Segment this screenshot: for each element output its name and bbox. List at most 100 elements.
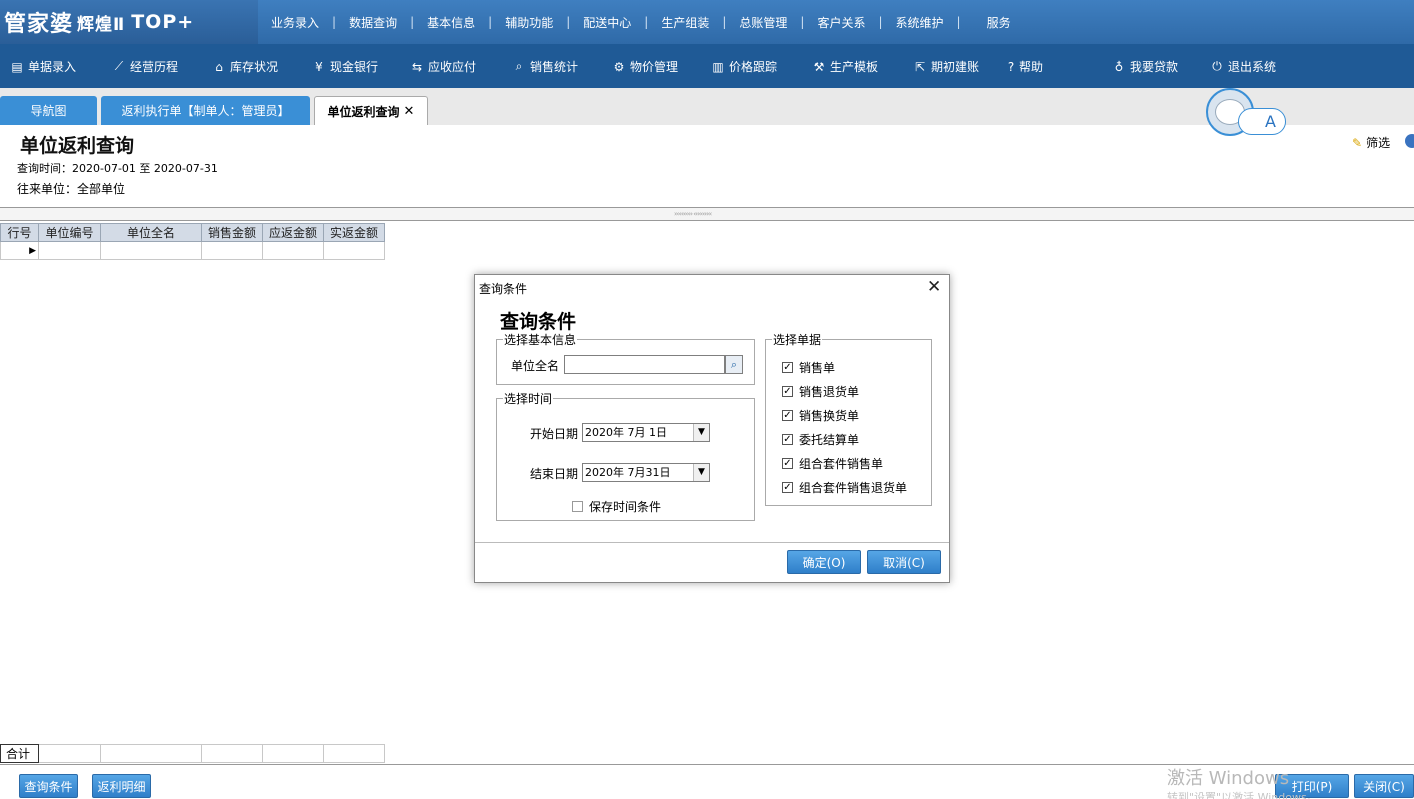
grid-cell[interactable] bbox=[201, 241, 263, 260]
grid-cell[interactable] bbox=[323, 241, 385, 260]
start-date-picker[interactable]: 2020年 7月 1日 ▼ bbox=[582, 423, 710, 442]
checkbox-bundle-sales[interactable]: ✓ 组合套件销售单 bbox=[782, 455, 883, 472]
toolbar-label: 价格跟踪 bbox=[729, 60, 778, 74]
cancel-button[interactable]: 取消(C) bbox=[867, 550, 941, 574]
query-conditions-button[interactable]: 查询条件 bbox=[19, 774, 78, 798]
col-actual-rebate[interactable]: 实返金额 bbox=[323, 223, 385, 242]
toolbar-inventory[interactable]: ⌂ 库存状况 bbox=[212, 58, 278, 75]
close-icon[interactable]: ✕ bbox=[404, 104, 415, 119]
basic-info-group: 选择基本信息 单位全名 ⌕ bbox=[496, 331, 755, 385]
end-date-label: 结束日期 bbox=[530, 467, 579, 481]
col-sales-amount[interactable]: 销售金额 bbox=[201, 223, 263, 242]
yen-icon: ¥ bbox=[315, 59, 323, 74]
dialog-titlebar[interactable]: 查询条件 ✕ bbox=[475, 275, 949, 299]
tab-unit-rebate-query[interactable]: 单位返利查询 ✕ bbox=[314, 96, 428, 125]
toolbar-receivable-payable[interactable]: ⇆ 应收应付 bbox=[410, 58, 476, 75]
top-menu-item-data-query[interactable]: 数据查询 bbox=[336, 14, 410, 31]
help-icon[interactable] bbox=[1405, 134, 1414, 148]
toolbar-label: 经营历程 bbox=[130, 60, 179, 74]
save-time-checkbox[interactable]: 保存时间条件 bbox=[572, 498, 661, 515]
ok-button[interactable]: 确定(O) bbox=[787, 550, 861, 574]
start-date-value: 2020年 7月 1日 bbox=[585, 426, 667, 439]
checkmark-icon: ✓ bbox=[782, 410, 793, 421]
top-menu-item-distribution[interactable]: 配送中心 bbox=[570, 14, 644, 31]
checkmark-icon: ✓ bbox=[782, 458, 793, 469]
total-cell bbox=[262, 744, 324, 763]
grid-cell[interactable] bbox=[38, 241, 101, 260]
checkbox-consignment-settlement[interactable]: ✓ 委托结算单 bbox=[782, 431, 859, 448]
total-cell bbox=[100, 744, 202, 763]
unit-fullname-input[interactable] bbox=[564, 355, 725, 374]
checkbox-label: 销售换货单 bbox=[799, 409, 860, 423]
document-icon: ▤ bbox=[11, 59, 23, 74]
col-unit-fullname[interactable]: 单位全名 bbox=[100, 223, 202, 242]
total-cell bbox=[323, 744, 385, 763]
checkbox-label: 销售退货单 bbox=[799, 385, 860, 399]
col-row-number[interactable]: 行号 bbox=[0, 223, 39, 242]
grid-cell[interactable] bbox=[100, 241, 202, 260]
toolbar-exit[interactable]: ⏻ 退出系统 bbox=[1210, 58, 1276, 75]
top-menu-item-ledger[interactable]: 总账管理 bbox=[726, 14, 800, 31]
toolbar-label: 应收应付 bbox=[428, 60, 477, 74]
checkbox-sales-return[interactable]: ✓ 销售退货单 bbox=[782, 383, 859, 400]
unit-fullname-label: 单位全名 bbox=[511, 359, 560, 373]
toolbar-business-history[interactable]: ⟋ 经营历程 bbox=[112, 58, 178, 75]
top-menu-item-system[interactable]: 系统维护 bbox=[883, 14, 957, 31]
top-menu-item-service[interactable]: 服务 bbox=[961, 14, 1024, 31]
tab-rebate-execution[interactable]: 返利执行单【制单人：管理员】 bbox=[101, 96, 310, 125]
toolbar-label: 现金银行 bbox=[330, 60, 379, 74]
checkbox-label: 委托结算单 bbox=[799, 433, 860, 447]
dialog-heading: 查询条件 bbox=[500, 311, 577, 333]
toolbar-loan[interactable]: ♁ 我要贷款 bbox=[1112, 58, 1178, 75]
dialog-title: 查询条件 bbox=[479, 282, 528, 296]
table-row[interactable]: ▶ bbox=[0, 241, 385, 260]
toolbar-production-template[interactable]: ⚒ 生产模板 bbox=[812, 58, 878, 75]
logo-top: TOP+ bbox=[131, 11, 195, 33]
top-menu-item-basic-info[interactable]: 基本信息 bbox=[414, 14, 488, 31]
chevron-down-icon[interactable]: ▼ bbox=[693, 464, 709, 481]
power-icon: ⏻ bbox=[1212, 59, 1222, 73]
unit-value: 全部单位 bbox=[77, 182, 126, 196]
main-toolbar: ▤ 单据录入 ⟋ 经营历程 ⌂ 库存状况 ¥ 现金银行 ⇆ 应收应付 ⌕ 销售统计 ⚙ 物价管… bbox=[0, 44, 1414, 88]
toolbar-opening-accounts[interactable]: ⇱ 期初建账 bbox=[913, 58, 979, 75]
tab-navigation[interactable]: 导航图 bbox=[0, 96, 97, 125]
col-due-rebate[interactable]: 应返金额 bbox=[262, 223, 324, 242]
avatar-letter[interactable]: A bbox=[1238, 108, 1286, 135]
top-menu-item-production[interactable]: 生产组装 bbox=[648, 14, 722, 31]
logo-main: 管家婆 bbox=[4, 12, 74, 37]
close-button[interactable]: 关闭(C) bbox=[1354, 774, 1414, 798]
rebate-detail-button[interactable]: 返利明细 bbox=[92, 774, 151, 798]
tab-label: 单位返利查询 bbox=[327, 104, 400, 119]
top-menu-item-auxiliary[interactable]: 辅助功能 bbox=[492, 14, 566, 31]
toolbar-help[interactable]: ? 帮助 bbox=[1007, 58, 1043, 75]
checkmark-icon: ✓ bbox=[782, 482, 793, 493]
toolbar-label: 我要贷款 bbox=[1130, 60, 1179, 74]
toolbar-price-management[interactable]: ⚙ 物价管理 bbox=[612, 58, 678, 75]
group-title: 选择时间 bbox=[503, 390, 554, 407]
toolbar-cash-bank[interactable]: ¥ 现金银行 bbox=[312, 58, 378, 75]
toolbar-sales-stats[interactable]: ⌕ 销售统计 bbox=[512, 58, 578, 75]
tab-label: 返利执行单【制单人：管理员】 bbox=[121, 104, 290, 118]
activation-watermark-sub: 转到"设置"以激活 Windows。 bbox=[1167, 791, 1318, 799]
rebate-grid: 行号 单位编号 单位全名 销售金额 应返金额 实返金额 ▶ bbox=[0, 223, 385, 260]
toolbar-label: 帮助 bbox=[1019, 60, 1044, 74]
checkbox-bundle-sales-return[interactable]: ✓ 组合套件销售退货单 bbox=[782, 479, 907, 496]
gear-icon: ⚙ bbox=[613, 59, 625, 74]
chevron-down-icon[interactable]: ▼ bbox=[693, 424, 709, 441]
top-menu-item-business-entry[interactable]: 业务录入 bbox=[258, 14, 332, 31]
search-icon[interactable]: ⌕ bbox=[725, 355, 743, 374]
close-icon[interactable]: ✕ bbox=[927, 277, 941, 297]
end-date-picker[interactable]: 2020年 7月31日 ▼ bbox=[582, 463, 710, 482]
checkbox-sales-exchange[interactable]: ✓ 销售换货单 bbox=[782, 407, 859, 424]
splitter[interactable]: ›››››››››› ‹‹‹‹‹‹‹‹‹‹ bbox=[0, 207, 1414, 221]
top-menu-item-crm[interactable]: 客户关系 bbox=[804, 14, 878, 31]
unit-info: 往来单位：全部单位 bbox=[17, 180, 125, 197]
filter-button[interactable]: ✎ 筛选 bbox=[1352, 134, 1390, 151]
group-title: 选择基本信息 bbox=[503, 331, 578, 348]
grid-cell[interactable] bbox=[262, 241, 324, 260]
col-unit-code[interactable]: 单位编号 bbox=[38, 223, 101, 242]
home-icon: ⌂ bbox=[215, 59, 223, 74]
toolbar-price-tracking[interactable]: ▥ 价格跟踪 bbox=[711, 58, 777, 75]
toolbar-document-entry[interactable]: ▤ 单据录入 bbox=[10, 58, 76, 75]
checkbox-sales-order[interactable]: ✓ 销售单 bbox=[782, 359, 835, 376]
